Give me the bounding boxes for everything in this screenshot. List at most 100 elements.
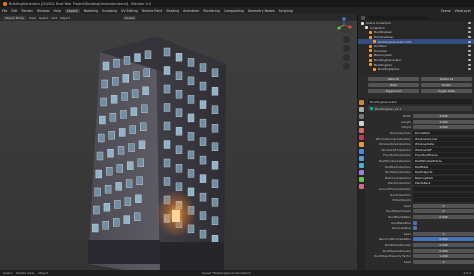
visibility-eye-icon[interactable]: [468, 45, 471, 48]
workspace-tab-uv-editing[interactable]: UV Editing: [121, 9, 138, 13]
collection-field[interactable]: WindowsSide: [413, 142, 474, 147]
visibility-eye-icon[interactable]: [468, 49, 471, 52]
bake-all-button[interactable]: Bake All: [368, 77, 419, 81]
building-window: [199, 229, 207, 239]
value-field[interactable]: 4.000: [413, 125, 474, 130]
visibility-eye-icon[interactable]: [468, 59, 471, 62]
visibility-eye-icon[interactable]: [468, 26, 471, 29]
workspace-tab-texture-paint[interactable]: Texture Paint: [142, 9, 163, 13]
value-field[interactable]: 0: [413, 209, 474, 214]
visibility-eye-icon[interactable]: [468, 22, 471, 25]
collection-field[interactable]: FloorRoofFrame: [413, 153, 474, 158]
workspace-tab-scripting[interactable]: Scripting: [279, 9, 293, 13]
object-tab-icon[interactable]: [358, 142, 364, 147]
value-field[interactable]: 0: [413, 231, 474, 236]
building-window: [127, 161, 134, 170]
menu-window[interactable]: Window: [37, 9, 50, 13]
input-label: WindowCornerCollection: [375, 136, 411, 141]
outliner-filter-icon[interactable]: [361, 15, 365, 20]
building-window: [187, 76, 195, 86]
material-tab-icon[interactable]: [358, 184, 364, 189]
visibility-eye-icon[interactable]: [468, 31, 471, 34]
particles-tab-icon[interactable]: [358, 156, 364, 161]
building-window: [187, 150, 195, 160]
checkbox[interactable]: [413, 220, 417, 225]
view-layer-tab-icon[interactable]: [358, 121, 364, 126]
checkbox[interactable]: [413, 226, 417, 231]
workspace-tab-compositing[interactable]: Compositing: [224, 9, 244, 13]
data-tab-icon[interactable]: [358, 177, 364, 182]
properties-object-name[interactable]: BuildingGenerator: [368, 99, 472, 104]
delete-all-button[interactable]: Delete All: [421, 77, 472, 81]
camera-icon[interactable]: [343, 54, 350, 61]
input-label: RoofRailCollection: [384, 164, 411, 169]
collection-field[interactable]: PlantsPack: [413, 181, 474, 186]
collection-field[interactable]: WindowsGF: [413, 147, 474, 152]
building-window: [199, 100, 207, 109]
modifier-header[interactable]: BuildingGen_v1.1: [368, 106, 472, 111]
collection-field[interactable]: BalconyPack: [413, 175, 474, 180]
value-field[interactable]: 0.600: [413, 237, 474, 242]
pan-icon[interactable]: [343, 45, 350, 52]
delete-button[interactable]: Delete: [421, 83, 472, 87]
value-field[interactable]: 0.500: [413, 215, 474, 220]
toggle-stats-button[interactable]: Toggle Stats: [421, 89, 472, 93]
modifier-input-row: FloorRoofCollection FloorRoofFrame: [366, 153, 474, 158]
workspace-tab-geometry-nodes[interactable]: Geometry Nodes: [248, 9, 275, 13]
physics-tab-icon[interactable]: [358, 163, 364, 168]
visibility-eye-icon[interactable]: [468, 40, 471, 43]
menu-render[interactable]: Render: [22, 9, 33, 13]
scene-selector[interactable]: Scene: [441, 9, 451, 13]
menu-help[interactable]: Help: [53, 9, 60, 13]
collection-icon: [373, 67, 376, 71]
value-field[interactable]: 1.200: [413, 254, 474, 259]
workspace-tab-rendering[interactable]: Rendering: [203, 9, 219, 13]
collection-field[interactable]: RoofObjects: [413, 170, 474, 175]
workspace-tab-animation[interactable]: Animation: [183, 9, 199, 13]
visibility-eye-icon[interactable]: [468, 68, 471, 71]
output-tab-icon[interactable]: [358, 114, 364, 119]
collection-field[interactable]: WindowsCorner: [413, 136, 474, 141]
view-layer-selector[interactable]: ViewLayer: [455, 9, 474, 13]
collection-field[interactable]: [413, 187, 474, 192]
collection-field[interactable]: [413, 192, 474, 197]
modifier-tab-icon[interactable]: [358, 149, 364, 154]
workspace-tab-layout[interactable]: Layout: [64, 8, 80, 13]
value-field[interactable]: 3.000: [413, 119, 474, 124]
input-label: Length: [401, 119, 411, 124]
menu-file[interactable]: File: [2, 9, 7, 13]
constraints-tab-icon[interactable]: [358, 170, 364, 175]
value-field[interactable]: 0.500: [413, 243, 474, 248]
value-field[interactable]: 0: [413, 203, 474, 208]
modifier-input-row: RoofRailsBool: [366, 220, 474, 225]
scene-tab-icon[interactable]: [358, 128, 364, 133]
building-window: [187, 113, 195, 123]
bake-button[interactable]: Bake: [368, 83, 419, 87]
3d-viewport[interactable]: Object Mode View Select Add Object Globa…: [0, 14, 357, 276]
workspace-tab-modeling[interactable]: Modeling: [84, 9, 99, 13]
visibility-eye-icon[interactable]: [468, 54, 471, 57]
navigation-gizmo[interactable]: [336, 17, 352, 33]
tool-tab-icon[interactable]: [358, 100, 364, 105]
toggle-grid-button[interactable]: Toggle Grid: [368, 89, 419, 93]
value-field[interactable]: 3.000: [413, 114, 474, 119]
visibility-eye-icon[interactable]: [468, 63, 471, 66]
collection-field[interactable]: [413, 198, 474, 203]
modifier-input-row: ExtraObjects: [366, 198, 474, 203]
workspace-tab-sculpting[interactable]: Sculpting: [102, 9, 117, 13]
zoom-icon[interactable]: [343, 36, 350, 43]
collection-field[interactable]: RoofRails: [413, 164, 474, 169]
menu-edit[interactable]: Edit: [11, 9, 17, 13]
modifier-input-row: BalconyCollection BalconyPack: [366, 175, 474, 181]
value-field[interactable]: 0: [413, 259, 474, 264]
world-tab-icon[interactable]: [358, 135, 364, 140]
collection-field[interactable]: DoorsPack: [413, 131, 474, 136]
outliner-search-input[interactable]: [368, 15, 428, 20]
outliner-row[interactable]: BuildingSpline: [358, 67, 474, 72]
value-field[interactable]: 0.500: [413, 248, 474, 253]
grid-icon[interactable]: [343, 63, 350, 70]
collection-field[interactable]: RoofWindowFrame: [413, 159, 474, 164]
visibility-eye-icon[interactable]: [468, 36, 471, 39]
render-tab-icon[interactable]: [358, 107, 364, 112]
workspace-tab-shading[interactable]: Shading: [166, 9, 179, 13]
